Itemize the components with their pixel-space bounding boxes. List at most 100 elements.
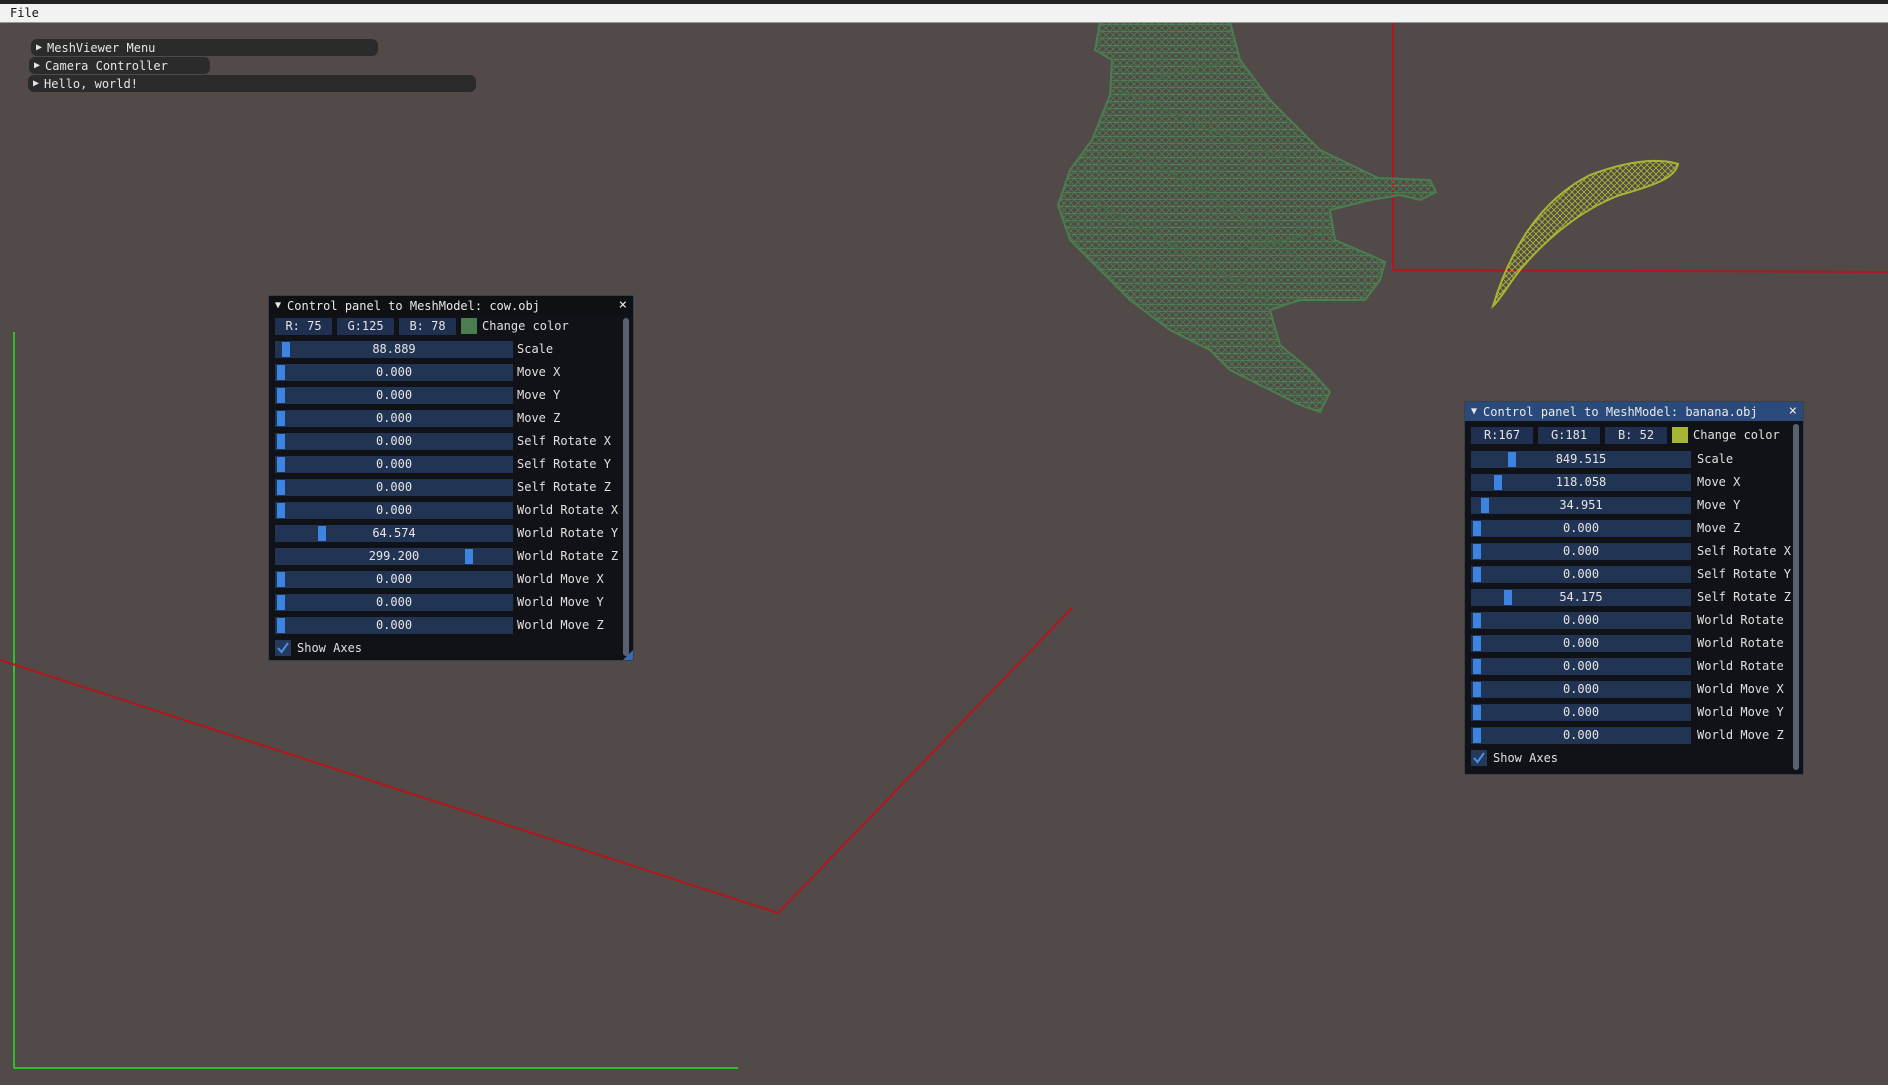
panel-title: Control panel to MeshModel: cow.obj <box>287 298 540 313</box>
blue-input[interactable]: B: 78 <box>399 318 456 335</box>
value-slider[interactable]: 0.000 <box>1471 520 1691 537</box>
change-color-label: Change color <box>1693 428 1780 442</box>
meshviewer-menu-window[interactable]: ▶ MeshViewer Menu <box>31 39 378 56</box>
close-icon[interactable]: × <box>619 296 627 315</box>
camera-controller-window[interactable]: ▶ Camera Controller <box>29 57 210 74</box>
slider-row: 118.058 Move X <box>1471 473 1803 492</box>
slider-label: World Move X <box>1697 682 1784 696</box>
value-slider[interactable]: 64.574 <box>275 525 513 542</box>
slider-row: 0.000 World Rotate <box>1471 657 1803 676</box>
world-axis-red-1 <box>0 659 779 914</box>
value-slider[interactable]: 0.000 <box>1471 566 1691 583</box>
slider-value: 0.000 <box>1562 567 1600 581</box>
color-row: R: 75 G:125 B: 78 Change color <box>275 317 619 336</box>
value-slider[interactable]: 0.000 <box>275 617 513 634</box>
world-axis-red-2 <box>777 607 1073 914</box>
red-input[interactable]: R:167 <box>1471 427 1533 444</box>
slider-label: World Rotate Z <box>517 549 619 563</box>
value-slider[interactable]: 0.000 <box>275 364 513 381</box>
color-swatch[interactable] <box>1672 427 1688 443</box>
window-title: Camera Controller <box>45 58 168 73</box>
slider-value: 849.515 <box>1555 452 1607 466</box>
window-title: Hello, world! <box>44 76 138 91</box>
slider-label: World Rotate X <box>517 503 619 517</box>
cow-control-panel[interactable]: ▼ Control panel to MeshModel: cow.obj × … <box>268 295 634 661</box>
close-icon[interactable]: × <box>1789 402 1797 421</box>
file-menu[interactable]: File <box>10 6 39 20</box>
slider-value: 0.000 <box>1562 659 1600 673</box>
value-slider[interactable]: 54.175 <box>1471 589 1691 606</box>
value-slider[interactable]: 0.000 <box>275 410 513 427</box>
value-slider[interactable]: 0.000 <box>275 502 513 519</box>
show-axes-label: Show Axes <box>1493 751 1559 765</box>
value-slider[interactable]: 849.515 <box>1471 451 1691 468</box>
red-input[interactable]: R: 75 <box>275 318 332 335</box>
color-swatch[interactable] <box>461 318 477 334</box>
value-slider[interactable]: 34.951 <box>1471 497 1691 514</box>
show-axes-checkbox[interactable] <box>1471 750 1487 766</box>
panel-title: Control panel to MeshModel: banana.obj <box>1483 404 1758 419</box>
slider-label: Self Rotate X <box>1697 544 1791 558</box>
show-axes-checkbox[interactable] <box>275 640 291 656</box>
expand-triangle-icon: ▶ <box>33 78 40 89</box>
slider-label: Scale <box>1697 452 1734 466</box>
slider-value: 0.000 <box>375 388 413 402</box>
expand-triangle-icon: ▶ <box>34 60 41 71</box>
hello-world-window[interactable]: ▶ Hello, world! <box>28 75 476 92</box>
value-slider[interactable]: 0.000 <box>275 387 513 404</box>
slider-row: 0.000 Self Rotate Z <box>275 478 627 497</box>
slider-row: 0.000 World Move Y <box>1471 703 1803 722</box>
slider-row: 0.000 Move Y <box>275 386 627 405</box>
slider-label: Self Rotate Z <box>517 480 611 494</box>
value-slider[interactable]: 0.000 <box>1471 612 1691 629</box>
slider-value: 34.951 <box>1559 498 1603 512</box>
slider-value: 0.000 <box>1562 613 1600 627</box>
panel-titlebar[interactable]: ▼ Control panel to MeshModel: banana.obj… <box>1465 402 1803 421</box>
green-input[interactable]: G:125 <box>337 318 394 335</box>
panel-titlebar[interactable]: ▼ Control panel to MeshModel: cow.obj × <box>269 296 633 315</box>
resize-grip[interactable] <box>623 650 633 660</box>
blue-input[interactable]: B: 52 <box>1605 427 1667 444</box>
green-input[interactable]: G:181 <box>1538 427 1600 444</box>
checkmark-icon <box>1473 752 1485 764</box>
value-slider[interactable]: 0.000 <box>1471 704 1691 721</box>
slider-value: 0.000 <box>375 411 413 425</box>
banana-mesh <box>1491 159 1680 309</box>
expand-triangle-icon: ▶ <box>36 42 43 53</box>
panel-body: R: 75 G:125 B: 78 Change color 88.889 Sca… <box>275 317 619 660</box>
slider-row: 849.515 Scale <box>1471 450 1803 469</box>
slider-value: 0.000 <box>375 595 413 609</box>
value-slider[interactable]: 0.000 <box>1471 681 1691 698</box>
slider-row: 0.000 World Move X <box>275 570 627 589</box>
collapse-triangle-icon[interactable]: ▼ <box>1471 406 1477 417</box>
slider-row: 0.000 World Rotate <box>1471 634 1803 653</box>
change-color-label: Change color <box>482 319 569 333</box>
value-slider[interactable]: 0.000 <box>275 456 513 473</box>
value-slider[interactable]: 0.000 <box>1471 635 1691 652</box>
banana-control-panel[interactable]: ▼ Control panel to MeshModel: banana.obj… <box>1464 401 1804 775</box>
value-slider[interactable]: 0.000 <box>275 479 513 496</box>
value-slider[interactable]: 299.200 <box>275 548 513 565</box>
show-axes-label: Show Axes <box>297 641 363 655</box>
slider-row: 0.000 World Move X <box>1471 680 1803 699</box>
model-axis-red-horizontal <box>1392 269 1888 273</box>
value-slider[interactable]: 0.000 <box>1471 543 1691 560</box>
slider-label: Move X <box>1697 475 1741 489</box>
slider-row: 54.175 Self Rotate Z <box>1471 588 1803 607</box>
value-slider[interactable]: 118.058 <box>1471 474 1691 491</box>
value-slider[interactable]: 0.000 <box>275 571 513 588</box>
slider-value: 54.175 <box>1559 590 1603 604</box>
value-slider[interactable]: 0.000 <box>1471 658 1691 675</box>
value-slider[interactable]: 0.000 <box>1471 727 1691 744</box>
slider-label: World Move Y <box>1697 705 1784 719</box>
slider-label: Move Y <box>517 388 561 402</box>
collapse-triangle-icon[interactable]: ▼ <box>275 300 281 311</box>
slider-value: 0.000 <box>1562 636 1600 650</box>
slider-row: 0.000 World Move Y <box>275 593 627 612</box>
value-slider[interactable]: 88.889 <box>275 341 513 358</box>
slider-row: 64.574 World Rotate Y <box>275 524 627 543</box>
slider-label: World Move Y <box>517 595 604 609</box>
value-slider[interactable]: 0.000 <box>275 594 513 611</box>
value-slider[interactable]: 0.000 <box>275 433 513 450</box>
slider-label: World Rotate <box>1697 636 1784 650</box>
